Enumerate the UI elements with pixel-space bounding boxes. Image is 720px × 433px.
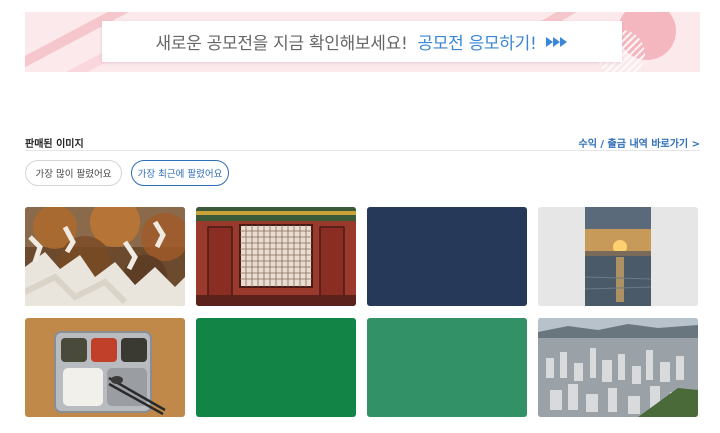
banner-message: 새로운 공모전을 지금 확인해보세요!	[155, 34, 408, 54]
earnings-link[interactable]: 수익 / 출금 내역 바로가기 >	[579, 135, 700, 150]
autumn-tree-image	[25, 207, 185, 306]
image-thumbnail[interactable]	[367, 318, 527, 417]
green-fabric-image	[196, 318, 356, 417]
banner-cta[interactable]: 공모전 응모하기!	[417, 29, 536, 54]
navy-fabric-image	[367, 207, 527, 306]
sort-filters: 가장 많이 팔렸어요 가장 최근에 팔렸어요	[25, 160, 229, 186]
image-thumbnail[interactable]	[25, 207, 185, 306]
lunch-tray-image	[25, 318, 185, 417]
image-thumbnail[interactable]	[196, 318, 356, 417]
city-aerial-image	[538, 318, 698, 417]
lattice-window-image	[196, 207, 356, 306]
contest-banner[interactable]: 새로운 공모전을 지금 확인해보세요! 공모전 응모하기!	[25, 12, 700, 72]
banner-card: 새로운 공모전을 지금 확인해보세요! 공모전 응모하기!	[102, 21, 622, 62]
filter-most-sold[interactable]: 가장 많이 팔렸어요	[25, 160, 122, 186]
image-thumbnail[interactable]	[367, 207, 527, 306]
section-title: 판매된 이미지	[25, 139, 84, 150]
image-thumbnail[interactable]	[538, 318, 698, 417]
image-thumbnail[interactable]	[538, 207, 698, 306]
image-thumbnail[interactable]	[25, 318, 185, 417]
sunset-sea-image	[538, 207, 698, 306]
section-header: 판매된 이미지 수익 / 출금 내역 바로가기 >	[25, 133, 700, 151]
teal-fabric-image	[367, 318, 527, 417]
filter-most-recent[interactable]: 가장 최근에 팔렸어요	[131, 160, 229, 186]
image-thumbnail[interactable]	[196, 207, 356, 306]
fast-forward-icon	[546, 36, 568, 48]
